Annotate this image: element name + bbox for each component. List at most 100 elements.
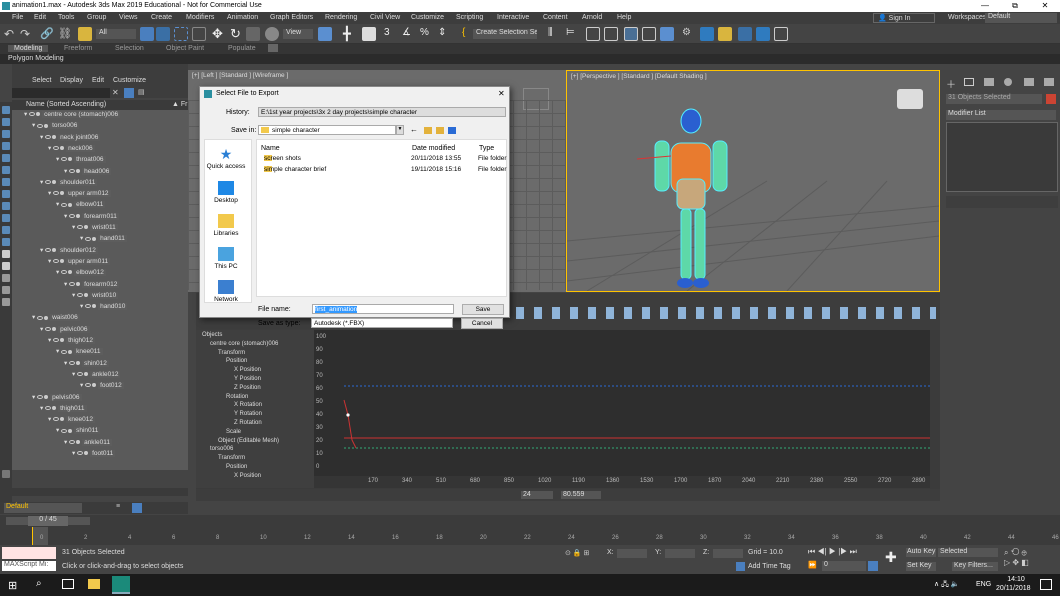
menu-views[interactable]: Views bbox=[119, 14, 138, 21]
hierarchy-tab-icon[interactable] bbox=[984, 78, 994, 86]
close-button[interactable]: ✕ bbox=[1030, 0, 1060, 12]
scene-tree-row[interactable]: ▾ elbow012 bbox=[56, 268, 106, 279]
language-indicator[interactable]: ENG bbox=[976, 581, 991, 588]
x-coord-field[interactable] bbox=[617, 549, 647, 558]
display-lights-icon[interactable] bbox=[2, 142, 10, 150]
selection-name-field[interactable]: 31 Objects Selected bbox=[946, 94, 1042, 104]
search-icon[interactable]: ⌕ bbox=[36, 578, 48, 590]
time-tag-icon[interactable] bbox=[736, 562, 745, 571]
render-iterative-icon[interactable] bbox=[738, 27, 752, 41]
modify-tab-icon[interactable] bbox=[964, 78, 974, 86]
isolate-lock-icons[interactable]: ⊙ 🔒 ⊞ bbox=[565, 549, 601, 559]
visibility-eye-icon[interactable] bbox=[45, 406, 52, 411]
undo-icon[interactable]: ↶ bbox=[4, 27, 18, 41]
freeze-dot-icon[interactable] bbox=[76, 168, 81, 173]
redo-icon[interactable]: ↷ bbox=[20, 27, 34, 41]
tray-icons[interactable]: ∧ 🖧 🔈 bbox=[934, 580, 960, 591]
selection-filter[interactable]: All bbox=[96, 29, 136, 39]
file-row[interactable]: screen shots 20/11/2018 13:55 File folder bbox=[258, 155, 508, 165]
menu-help[interactable]: Help bbox=[617, 14, 631, 21]
y-coord-field[interactable] bbox=[665, 549, 695, 558]
track-value-field[interactable]: 80.559 bbox=[561, 491, 601, 499]
freeze-dot-icon[interactable] bbox=[68, 349, 73, 354]
curve-graph[interactable] bbox=[314, 330, 930, 491]
visibility-eye-icon[interactable] bbox=[61, 157, 68, 162]
maxscript-listener[interactable] bbox=[2, 547, 56, 559]
minimize-button[interactable]: — bbox=[970, 0, 1000, 12]
perspective-viewport-label[interactable]: [+] [Perspective ] [Standard ] [Default … bbox=[571, 73, 707, 80]
set-key-button[interactable]: Set Key bbox=[906, 562, 936, 571]
ribbon-tab-freeform[interactable]: Freeform bbox=[64, 45, 92, 52]
display-none-icon[interactable] bbox=[2, 106, 10, 114]
angle-snap-icon[interactable]: ∡ bbox=[402, 27, 416, 41]
freeze-dot-icon[interactable] bbox=[60, 146, 65, 151]
timeline-ruler[interactable]: 0 2 4 6 8 10 12 14 16 18 20 22 24 26 28 30 32 34 36 38 40 42 4… bbox=[0, 527, 1060, 545]
scene-menu-display[interactable]: Display bbox=[60, 77, 83, 84]
link-icon[interactable]: 🔗 bbox=[40, 27, 54, 41]
scene-tree-row[interactable]: ▾ thigh012 bbox=[48, 336, 96, 347]
display-all-icon[interactable] bbox=[2, 250, 10, 258]
pivot-icon[interactable] bbox=[318, 27, 332, 41]
select-object-icon[interactable] bbox=[140, 27, 154, 41]
freeze-dot-icon[interactable] bbox=[76, 360, 81, 365]
track-tree-item[interactable]: Scale bbox=[226, 429, 241, 435]
track-tree-item[interactable]: X Position bbox=[234, 367, 261, 373]
track-tree-item[interactable]: Transform bbox=[218, 350, 245, 356]
menu-animation[interactable]: Animation bbox=[227, 14, 258, 21]
display-xrefs-icon[interactable] bbox=[2, 202, 10, 210]
visibility-eye-icon[interactable] bbox=[53, 417, 60, 422]
track-controller-tree[interactable]: Objects centre core (stomach)006 Transform… bbox=[196, 330, 314, 488]
place-libraries[interactable]: Libraries bbox=[204, 214, 248, 237]
visibility-eye-icon[interactable] bbox=[37, 315, 44, 320]
freeze-dot-icon[interactable] bbox=[44, 394, 49, 399]
layer-select[interactable]: Default bbox=[4, 503, 82, 513]
track-view-statusbar[interactable]: 24 80.559 bbox=[196, 489, 940, 501]
visibility-eye-icon[interactable] bbox=[45, 134, 52, 139]
playback-controls[interactable]: ⏮ ◀| ▶ |▶ ⏭ bbox=[808, 547, 880, 557]
menu-arnold[interactable]: Arnold bbox=[582, 14, 602, 21]
scale-icon[interactable] bbox=[246, 27, 260, 41]
menu-modifiers[interactable]: Modifiers bbox=[186, 14, 214, 21]
track-tree-item[interactable]: X Position bbox=[234, 473, 261, 479]
display-groups-icon[interactable] bbox=[2, 190, 10, 198]
curve-editor-icon[interactable] bbox=[624, 27, 638, 41]
scene-tree-row[interactable]: ▾ shin012 bbox=[64, 359, 109, 370]
curve-tools-icons[interactable] bbox=[516, 307, 936, 319]
auto-key-button[interactable]: Auto Key bbox=[906, 548, 936, 557]
filter-icon[interactable] bbox=[2, 298, 10, 306]
named-selection-set[interactable]: Create Selection Se bbox=[473, 29, 537, 39]
track-tree-item[interactable]: Objects bbox=[202, 332, 222, 338]
freeze-dot-icon[interactable] bbox=[68, 157, 73, 162]
scene-tree-row[interactable]: ▾ pelvic006 bbox=[40, 325, 90, 336]
visibility-eye-icon[interactable] bbox=[69, 360, 76, 365]
freeze-dot-icon[interactable] bbox=[76, 439, 81, 444]
menu-edit[interactable]: Edit bbox=[34, 14, 46, 21]
freeze-dot-icon[interactable] bbox=[36, 112, 41, 117]
visibility-eye-icon[interactable] bbox=[53, 338, 60, 343]
clear-search-icon[interactable]: ✕ bbox=[112, 88, 122, 98]
up-folder-icon[interactable] bbox=[424, 127, 432, 134]
keyboard-shortcut-icon[interactable] bbox=[362, 27, 376, 41]
motion-tab-icon[interactable] bbox=[1004, 78, 1012, 86]
mirror-icon[interactable]: ⫼ bbox=[548, 27, 562, 41]
view-menu-icon[interactable] bbox=[448, 127, 456, 134]
save-button[interactable]: Save bbox=[462, 304, 504, 315]
modifier-stack[interactable] bbox=[946, 122, 1058, 192]
track-tree-item[interactable]: torso006 bbox=[210, 446, 233, 452]
3dsmax-taskbar-icon[interactable] bbox=[112, 576, 130, 594]
scene-tree-row[interactable]: ▾ elbow011 bbox=[56, 200, 106, 211]
visibility-eye-icon[interactable] bbox=[85, 236, 92, 241]
cancel-button[interactable]: Cancel bbox=[461, 318, 503, 329]
menu-content[interactable]: Content bbox=[543, 14, 568, 21]
freeze-dot-icon[interactable] bbox=[52, 180, 57, 185]
scene-tree-row[interactable]: ▾ shin011 bbox=[56, 426, 101, 437]
place-quick-access[interactable]: ★ Quick access bbox=[204, 147, 248, 170]
freeze-dot-icon[interactable] bbox=[52, 326, 57, 331]
freeze-dot-icon[interactable] bbox=[84, 293, 89, 298]
visibility-eye-icon[interactable] bbox=[53, 146, 60, 151]
ribbon-tab-populate[interactable]: Populate bbox=[228, 45, 256, 52]
menu-interactive[interactable]: Interactive bbox=[497, 14, 529, 21]
unlink-icon[interactable]: ⛓ bbox=[58, 27, 72, 41]
freeze-dot-icon[interactable] bbox=[76, 213, 81, 218]
rect-select-icon[interactable] bbox=[174, 27, 188, 41]
